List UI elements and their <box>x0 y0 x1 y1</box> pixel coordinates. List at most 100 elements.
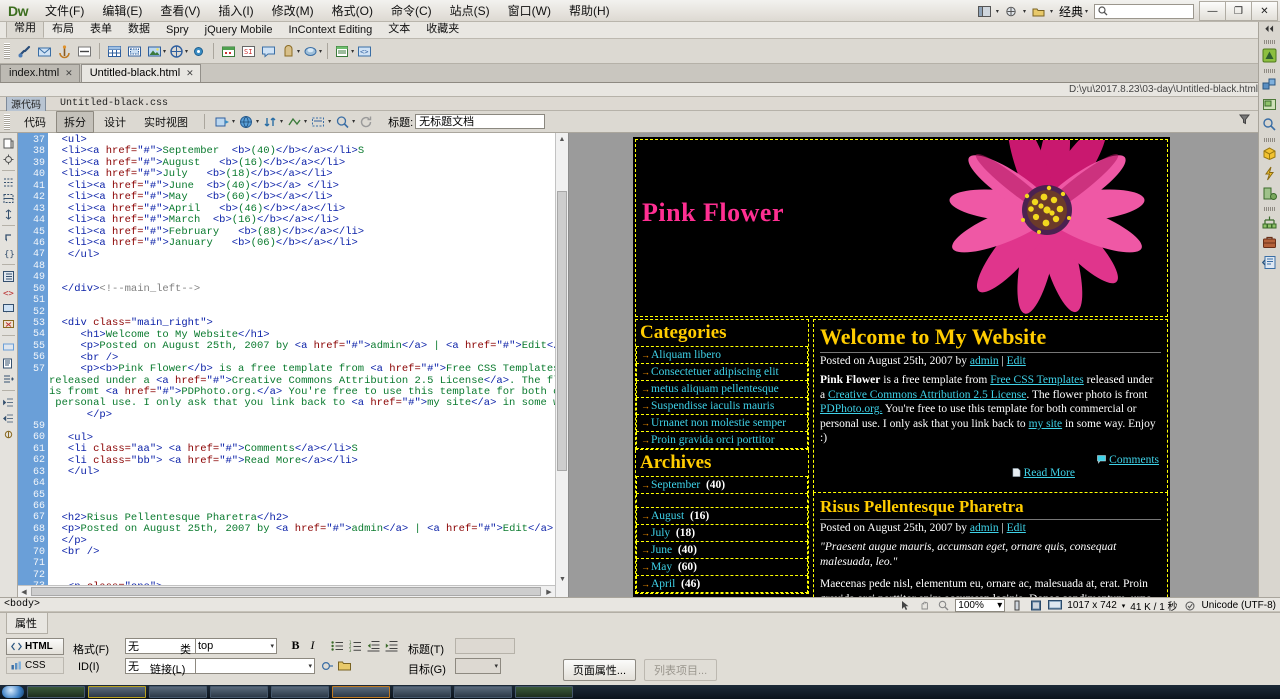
document-tab-index[interactable]: index.html ✕ <box>0 64 80 82</box>
date-icon[interactable] <box>219 42 238 61</box>
italic-icon[interactable]: I <box>305 638 320 653</box>
author-link[interactable]: admin <box>970 522 999 534</box>
show-code-navigator-icon[interactable] <box>1 152 16 166</box>
image-icon[interactable] <box>145 42 164 61</box>
archive-link[interactable]: May <box>651 561 672 573</box>
window-size-caret[interactable]: ▾ <box>1122 602 1126 610</box>
taskbar-item[interactable] <box>454 686 512 698</box>
minimize-button[interactable]: — <box>1199 1 1226 21</box>
bold-icon[interactable]: B <box>288 638 303 653</box>
tag-selector[interactable]: <body> <box>4 599 40 610</box>
author-link[interactable]: admin <box>970 355 999 367</box>
ordered-list-icon[interactable]: 123 <box>348 638 363 653</box>
design-view[interactable]: Pink Flower <box>569 133 1258 597</box>
list-item[interactable]: →Urnanet non molestie semper <box>636 415 808 432</box>
refresh-design-icon[interactable] <box>261 113 280 131</box>
unordered-list-icon[interactable] <box>330 638 345 653</box>
validate-markup-icon[interactable] <box>333 113 352 131</box>
filter-icon[interactable] <box>1239 114 1250 125</box>
zoom-level-select[interactable]: 100% ▾ <box>955 599 1005 612</box>
insert-panel-icon[interactable] <box>1261 46 1279 64</box>
page-title-input[interactable]: 无标题文档 <box>415 114 545 129</box>
archive-link[interactable]: June <box>651 544 672 556</box>
collapse-full-tag-icon[interactable] <box>1 175 16 189</box>
templates-icon[interactable] <box>333 42 352 61</box>
class-select[interactable]: top▾ <box>195 638 277 654</box>
highlight-invalid-code-icon[interactable]: <> <box>1 285 16 299</box>
mobile-size-icon[interactable] <box>1010 599 1024 612</box>
css-styles-icon[interactable] <box>1261 75 1279 93</box>
toolbar-grip[interactable] <box>4 43 10 59</box>
menu-modify[interactable]: 修改(M) <box>263 0 323 22</box>
horizontal-rule-icon[interactable] <box>75 42 94 61</box>
apply-comment-icon[interactable] <box>1 301 16 315</box>
taskbar-item[interactable] <box>271 686 329 698</box>
archive-link[interactable]: July <box>651 527 670 539</box>
hand-tool-icon[interactable] <box>917 599 931 612</box>
hyperlink-icon[interactable] <box>15 42 34 61</box>
close-button[interactable]: ✕ <box>1251 1 1278 21</box>
templates-caret[interactable]: ▾ <box>351 48 354 55</box>
taskbar-item[interactable] <box>27 686 85 698</box>
zoom-tool-icon[interactable] <box>936 599 950 612</box>
body-link-mysite[interactable]: my site <box>1029 418 1063 430</box>
insert-tab-incontext-editing[interactable]: InContext Editing <box>280 21 380 38</box>
body-link-templates[interactable]: Free CSS Templates <box>990 374 1084 386</box>
start-button[interactable] <box>2 686 24 698</box>
select-parent-tag-icon[interactable] <box>1 230 16 244</box>
readmore-link[interactable]: Read More <box>1012 467 1075 479</box>
view-design-button[interactable]: 设计 <box>96 111 134 133</box>
site-setup-icon[interactable] <box>1028 2 1050 20</box>
open-documents-icon[interactable] <box>1 136 16 150</box>
document-toolbar-grip[interactable] <box>4 114 10 130</box>
script-icon[interactable] <box>301 42 320 61</box>
code-horizontal-scrollbar[interactable]: ◀ ▶ <box>18 585 555 597</box>
dock-grip[interactable] <box>1264 40 1276 44</box>
view-split-button[interactable]: 拆分 <box>56 111 94 133</box>
layout-switch-caret[interactable]: ▾ <box>996 8 999 15</box>
tag-inspector-icon[interactable] <box>1261 115 1279 133</box>
move-css-rules-icon[interactable] <box>1 372 16 386</box>
html-mode-button[interactable]: HTML <box>6 638 64 655</box>
desktop-size-icon[interactable] <box>1048 599 1062 612</box>
line-numbers-icon[interactable] <box>1 269 16 283</box>
list-item[interactable]: →May (60) <box>636 559 808 576</box>
insert-tab-spry[interactable]: Spry <box>158 21 197 38</box>
view-options-icon[interactable] <box>285 113 304 131</box>
image-caret[interactable]: ▾ <box>163 48 166 55</box>
tag-chooser-icon[interactable]: <> <box>355 42 374 61</box>
comments-link[interactable]: Comments <box>1097 454 1159 466</box>
menu-insert[interactable]: 插入(I) <box>209 0 262 22</box>
outdent-code-icon[interactable] <box>1 411 16 425</box>
head-tag-icon[interactable] <box>279 42 298 61</box>
check-page-icon[interactable] <box>1183 599 1197 612</box>
email-link-icon[interactable] <box>35 42 54 61</box>
archive-link[interactable]: April <box>651 578 675 590</box>
menu-format[interactable]: 格式(O) <box>323 0 382 22</box>
media-icon[interactable] <box>167 42 186 61</box>
restore-button[interactable]: ❐ <box>1225 1 1252 21</box>
business-catalyst-icon[interactable] <box>1261 144 1279 162</box>
list-item[interactable]: →September (40) <box>636 476 808 494</box>
wrap-tag-icon[interactable] <box>1 340 16 354</box>
list-item[interactable]: →metus aliquam pellentesque <box>636 381 808 398</box>
named-anchor-icon[interactable] <box>55 42 74 61</box>
head-tag-caret[interactable]: ▾ <box>297 48 300 55</box>
category-link[interactable]: Proin gravida orci porttitor <box>651 434 775 446</box>
edit-link[interactable]: Edit <box>1007 355 1026 367</box>
list-item[interactable]: →Consectetuer adipiscing elit <box>636 364 808 381</box>
preview-caret[interactable]: ▾ <box>256 118 259 125</box>
tablet-size-icon[interactable] <box>1029 599 1043 612</box>
media-caret[interactable]: ▾ <box>185 48 188 55</box>
visual-aids-icon[interactable] <box>309 113 328 131</box>
title-field-input[interactable] <box>455 638 515 654</box>
menu-window[interactable]: 窗口(W) <box>499 0 560 22</box>
comment-icon[interactable] <box>259 42 278 61</box>
assets-icon[interactable] <box>1261 233 1279 251</box>
expand-all-icon[interactable] <box>1 207 16 221</box>
taskbar-item[interactable] <box>88 686 146 698</box>
collapse-outside-selection-icon[interactable] <box>1 191 16 205</box>
category-link[interactable]: Aliquam libero <box>651 349 721 361</box>
menu-edit[interactable]: 编辑(E) <box>93 0 151 22</box>
file-management-caret[interactable]: ▾ <box>232 118 235 125</box>
